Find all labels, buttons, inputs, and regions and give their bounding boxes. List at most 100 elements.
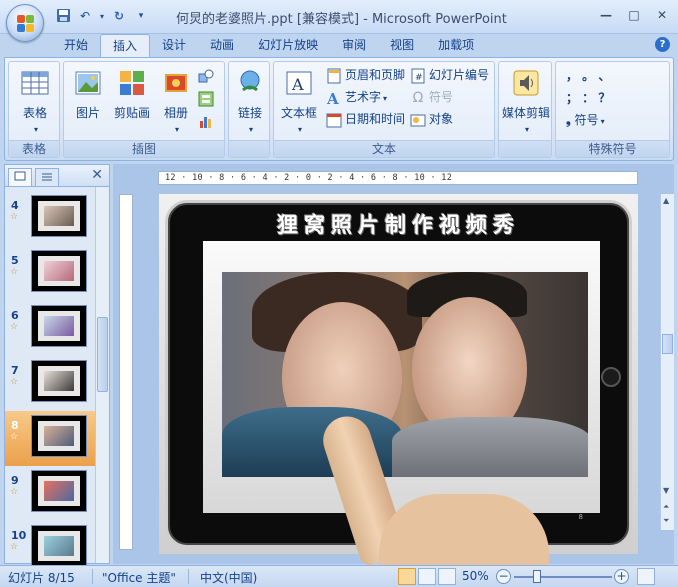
symbols-row-2[interactable]: ； ： ？ (566, 88, 610, 108)
textbox-icon: A (286, 71, 312, 95)
media-clip-button[interactable]: 媒体剪辑 ▾ (500, 68, 552, 135)
chart-button[interactable] (198, 110, 217, 130)
hand-graphic (379, 494, 549, 574)
scroll-down-icon[interactable]: ▼ (663, 486, 669, 495)
maximize-button[interactable]: □ (626, 8, 642, 22)
editor-scrollbar[interactable]: ▲ ▼ ⏶ ⏷ (660, 194, 674, 530)
slide-heading: 狸窝照片制作视频秀 (277, 213, 520, 237)
special-symbol-button[interactable]: ❟ 符号 ▾ (566, 110, 605, 130)
tab-addins[interactable]: 加载项 (426, 34, 486, 58)
scroll-up-icon[interactable]: ▲ (663, 196, 669, 205)
slideshow-view-button[interactable] (438, 568, 456, 585)
slide-preview (31, 470, 87, 512)
smartart-button[interactable] (198, 88, 217, 108)
wordart-button[interactable]: A 艺术字 ▾ (326, 87, 387, 107)
undo-icon[interactable]: ↶ (76, 8, 94, 25)
svg-text:#: # (415, 73, 423, 83)
language-indicator[interactable]: 中文(中国) (200, 569, 257, 586)
photo-frame (203, 241, 600, 513)
minimize-button[interactable]: — (598, 8, 614, 22)
shapes-button[interactable] (198, 66, 217, 86)
zoom-level[interactable]: 50% (462, 569, 489, 583)
header-footer-icon (327, 68, 341, 83)
window-controls: — □ ✕ (598, 8, 670, 22)
album-button[interactable]: 相册 ▾ (156, 68, 196, 135)
animation-star-icon: ☆ (10, 487, 19, 497)
symbol-button[interactable]: Ω 符号 (410, 87, 453, 107)
animation-star-icon: ☆ (10, 432, 19, 442)
redo-icon[interactable]: ↻ (110, 8, 128, 25)
animation-star-icon: ☆ (10, 542, 19, 552)
title-bar: ↶ ▾ ↻ ▾ 何炅的老婆照片.ppt [兼容模式] - Microsoft P… (0, 0, 678, 34)
textbox-button[interactable]: A 文本框 ▾ (276, 68, 322, 135)
chart-icon (200, 116, 211, 128)
editor-scroll-thumb[interactable] (662, 334, 673, 354)
customize-icon[interactable]: ▾ (132, 8, 150, 25)
close-icon[interactable]: ✕ (91, 167, 103, 183)
ribbon-tabs: 开始 插入 设计 动画 幻灯片放映 审阅 视图 加载项 (52, 34, 486, 58)
datetime-button[interactable]: 日期和时间 (326, 109, 405, 129)
calendar-icon (326, 113, 342, 127)
slide-number-button[interactable]: # 幻灯片编号 (410, 65, 489, 85)
current-slide[interactable]: 狸窝照片制作视频秀 8 (159, 194, 638, 574)
zoom-out-icon[interactable]: − (496, 569, 511, 584)
slide-editing-area: 12 · 10 · 8 · 6 · 4 · 2 · 0 · 2 · 4 · 6 … (113, 164, 674, 574)
symbols-row-1[interactable]: ， 。 、 (566, 66, 610, 86)
clipart-button[interactable]: 剪贴画 (110, 68, 154, 121)
home-button-graphic (601, 367, 621, 387)
tab-slideshow[interactable]: 幻灯片放映 (246, 34, 330, 58)
slide-number-icon: # (411, 68, 425, 83)
zoom-slider-knob[interactable] (533, 570, 541, 583)
group-text: A 文本框 ▾ 页眉和页脚 A 艺术字 ▾ 日期和时间 # 幻灯片编号 Ω 符号 对象 文… (273, 61, 495, 158)
vertical-ruler (119, 194, 133, 550)
tab-animations[interactable]: 动画 (198, 34, 246, 58)
theme-name[interactable]: "Office 主题" (102, 569, 176, 586)
slide-sorter-view-button[interactable] (418, 568, 436, 585)
office-logo-icon (17, 15, 34, 32)
tab-review[interactable]: 审阅 (330, 34, 378, 58)
panel-scrollbar[interactable] (95, 187, 109, 563)
album-icon (165, 74, 187, 92)
group-label-media (499, 140, 551, 157)
animation-star-icon: ☆ (10, 322, 19, 332)
fit-to-window-button[interactable] (637, 568, 655, 585)
group-label-tables: 表格 (9, 140, 59, 157)
group-label-links (229, 140, 269, 157)
slide-thumbnail-9[interactable]: 9 ☆ (5, 466, 95, 521)
panel-scroll-thumb[interactable] (97, 317, 108, 392)
animation-star-icon: ☆ (10, 267, 19, 277)
slide-thumbnail-8[interactable]: 8 ☆ (5, 411, 95, 466)
slide-thumbnail-6[interactable]: 6 ☆ (5, 301, 95, 356)
tab-insert[interactable]: 插入 (100, 34, 151, 58)
slide-thumbnail-7[interactable]: 7 ☆ (5, 356, 95, 411)
normal-view-button[interactable] (398, 568, 416, 585)
tab-view[interactable]: 视图 (378, 34, 426, 58)
header-footer-button[interactable]: 页眉和页脚 (326, 65, 405, 85)
link-button[interactable]: 链接 ▾ (230, 68, 270, 135)
help-icon[interactable]: ? (655, 37, 670, 52)
omega-icon: Ω (412, 89, 424, 106)
close-button[interactable]: ✕ (654, 8, 670, 22)
zoom-in-icon[interactable]: + (614, 569, 629, 584)
previous-slide-icon[interactable]: ⏶ (663, 502, 669, 512)
slides-tab[interactable] (8, 168, 32, 186)
zoom-slider[interactable] (514, 576, 612, 578)
slide-thumbnail-4[interactable]: 4 ☆ (5, 191, 95, 246)
office-button[interactable] (6, 4, 44, 42)
slide-preview (31, 415, 87, 457)
tab-design[interactable]: 设计 (150, 34, 198, 58)
table-icon (21, 71, 49, 95)
outline-tab[interactable] (35, 168, 59, 186)
picture-button[interactable]: 图片 (68, 68, 108, 121)
dropdown-caret-icon[interactable]: ▾ (98, 8, 106, 25)
slide-thumbnail-5[interactable]: 5 ☆ (5, 246, 95, 301)
save-icon[interactable] (54, 8, 72, 25)
next-slide-icon[interactable]: ⏷ (663, 516, 669, 526)
status-divider (92, 569, 93, 584)
group-special-symbols: ， 。 、 ； ： ？ ❟ 符号 ▾ 特殊符号 (555, 61, 670, 158)
tab-home[interactable]: 开始 (52, 34, 100, 58)
table-button[interactable]: 表格 ▾ (15, 68, 55, 135)
animation-star-icon: ☆ (10, 212, 19, 222)
slide-photo[interactable] (222, 272, 588, 477)
object-button[interactable]: 对象 (410, 109, 453, 129)
